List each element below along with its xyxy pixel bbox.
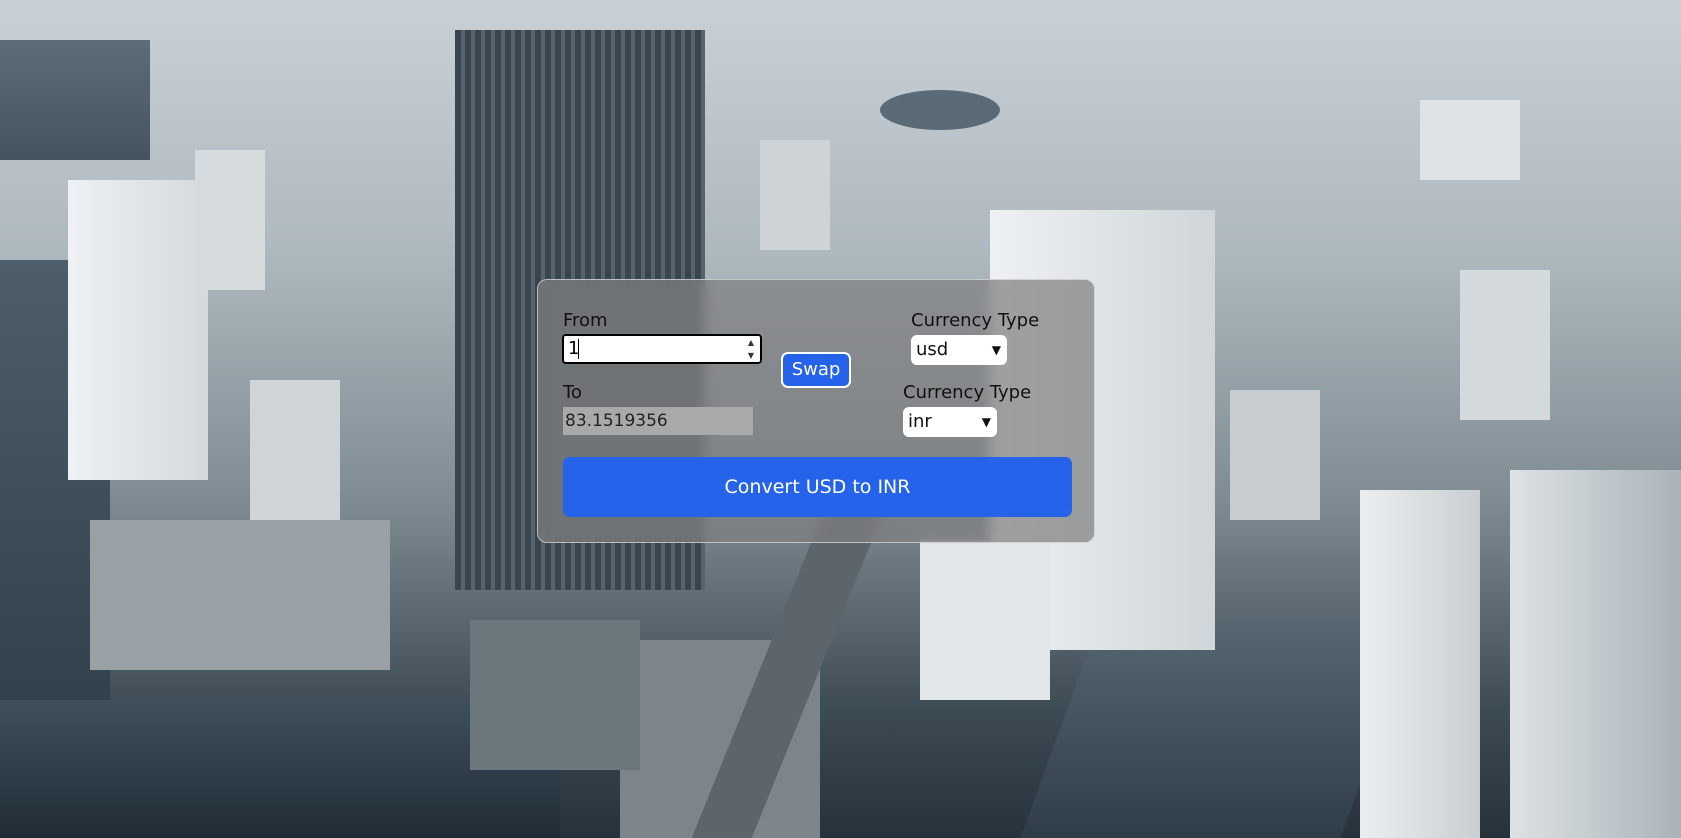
background-building bbox=[250, 380, 340, 520]
from-currency-select[interactable]: usd ▼ bbox=[911, 335, 1007, 365]
from-label: From bbox=[563, 310, 608, 331]
to-label: To bbox=[563, 382, 582, 403]
to-currency-select[interactable]: inr ▼ bbox=[903, 407, 997, 437]
background-stadium bbox=[880, 90, 1000, 130]
background-building bbox=[1420, 100, 1520, 180]
text-caret bbox=[578, 339, 579, 359]
from-amount-input[interactable]: 1 ▲ ▼ bbox=[562, 334, 762, 364]
background-building bbox=[760, 140, 830, 250]
to-currency-label: Currency Type bbox=[903, 382, 1032, 403]
caret-down-icon[interactable]: ▼ bbox=[744, 350, 758, 361]
background-building bbox=[1230, 390, 1320, 520]
number-spinner[interactable]: ▲ ▼ bbox=[744, 337, 758, 361]
background-building bbox=[1460, 270, 1550, 420]
swap-button[interactable]: Swap bbox=[781, 352, 851, 388]
background-building bbox=[1510, 470, 1681, 838]
from-currency-label: Currency Type bbox=[911, 310, 1040, 331]
to-currency-value: inr bbox=[908, 411, 932, 432]
background-building bbox=[1360, 490, 1480, 838]
background-building bbox=[195, 150, 265, 290]
chevron-down-icon: ▼ bbox=[981, 415, 991, 429]
chevron-down-icon: ▼ bbox=[991, 343, 1001, 357]
from-currency-value: usd bbox=[916, 339, 949, 360]
background-building bbox=[68, 180, 208, 480]
background-water bbox=[0, 40, 150, 160]
converter-card: From 1 ▲ ▼ Swap Currency Type usd ▼ To 8… bbox=[537, 279, 1095, 543]
caret-up-icon[interactable]: ▲ bbox=[744, 337, 758, 348]
background-building bbox=[470, 620, 640, 770]
background-building bbox=[920, 540, 1050, 700]
background-parking-lot bbox=[90, 520, 390, 670]
to-amount-field[interactable]: 83.1519356 bbox=[563, 407, 753, 435]
convert-button[interactable]: Convert USD to INR bbox=[563, 457, 1072, 517]
